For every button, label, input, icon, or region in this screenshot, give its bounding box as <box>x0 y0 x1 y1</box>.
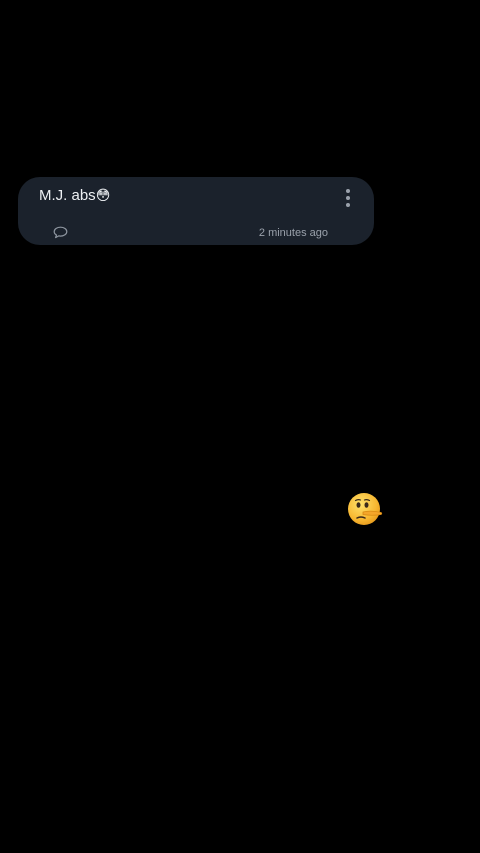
lying-face-icon <box>348 493 383 525</box>
more-vertical-icon <box>346 189 350 207</box>
more-options-button[interactable] <box>340 186 356 210</box>
comment-card[interactable]: M.J. abs😳 2 minutes ago <box>18 177 374 245</box>
flushed-face-emoji: 😳 <box>95 188 111 204</box>
comment-timestamp: 2 minutes ago <box>258 227 328 239</box>
lying-face-emoji <box>347 491 383 527</box>
comment-text-body: M.J. abs <box>39 187 96 204</box>
comment-text: M.J. abs😳 <box>39 187 110 205</box>
reply-button[interactable] <box>52 225 68 239</box>
speech-bubble-icon <box>53 226 67 238</box>
